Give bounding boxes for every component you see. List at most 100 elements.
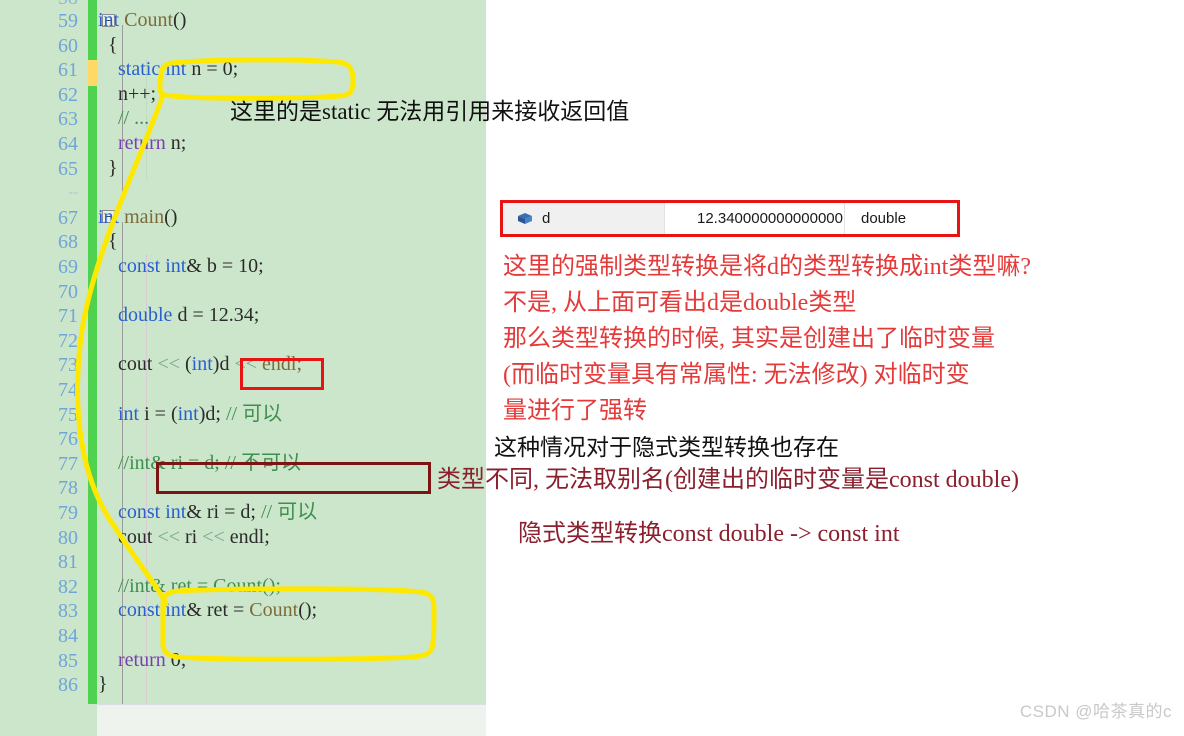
code-line-71[interactable]: double d = 12.34;: [98, 305, 259, 325]
code-line-61[interactable]: static int n = 0;: [98, 59, 238, 79]
code-line-64[interactable]: return n;: [98, 133, 186, 153]
line-number-81: 81: [58, 551, 78, 574]
watch-variable-type: double: [861, 210, 907, 227]
code-token: {: [98, 33, 118, 56]
code-token: <<: [157, 525, 180, 548]
debug-watch-row[interactable]: d 12.340000000000000 double: [500, 200, 960, 237]
line-number-60: 60: [58, 34, 78, 57]
code-line-82[interactable]: //int& ret = Count();: [98, 576, 281, 596]
line-number-82: 82: [58, 575, 78, 598]
line-number---: --: [68, 185, 78, 201]
code-token: }: [98, 673, 108, 696]
code-line-67[interactable]: int main(): [98, 207, 177, 227]
code-token: // ...: [98, 107, 150, 130]
code-token: return: [118, 648, 166, 671]
code-token: n = 0;: [186, 58, 239, 81]
code-token: cout: [98, 353, 158, 376]
code-token: <<: [157, 353, 180, 376]
line-number-64: 64: [58, 133, 78, 155]
code-line-60[interactable]: {: [98, 35, 118, 55]
watch-variable-name-cell: d: [503, 203, 665, 234]
current-line-highlight: [97, 704, 486, 736]
code-token: const int: [118, 501, 187, 523]
change-marker-green-bottom: [88, 86, 97, 736]
code-token: & ret =: [186, 599, 250, 622]
annotation-static-note: 这里的是static 无法用引用来接收返回值: [230, 99, 630, 124]
change-marker-yellow: [88, 60, 97, 86]
code-line-68[interactable]: {: [98, 231, 118, 251]
code-token: {: [98, 230, 118, 253]
code-token: return: [118, 132, 166, 154]
code-token: Count: [249, 599, 299, 622]
code-token: ();: [298, 599, 318, 622]
watch-variable-name: d: [542, 210, 551, 227]
code-token: & b = 10;: [186, 255, 264, 277]
line-number-76: 76: [58, 428, 78, 451]
code-line-65[interactable]: }: [98, 158, 118, 178]
line-number-65: 65: [58, 157, 78, 180]
line-number-70: 70: [58, 280, 78, 303]
csdn-watermark: CSDN @哈茶真的c: [1019, 702, 1172, 721]
line-number-73: 73: [58, 354, 78, 377]
cube-icon: [517, 212, 533, 225]
code-token: (: [180, 353, 192, 376]
code-token: // 可以: [225, 402, 283, 425]
line-number-83: 83: [58, 600, 78, 623]
code-token: const int: [118, 599, 187, 622]
code-line-80[interactable]: cout << ri << endl;: [98, 527, 270, 547]
annotation-red-line-5: 量进行了强转: [503, 398, 647, 424]
line-number-67: 67: [58, 206, 78, 229]
current-line-gutter: [0, 704, 97, 736]
annotation-black-implicit: 这种情况对于隐式类型转换也存在: [494, 435, 839, 460]
code-token: (): [173, 9, 187, 31]
code-token: n;: [165, 132, 187, 154]
code-token: const int: [118, 255, 187, 277]
line-number-79: 79: [58, 502, 78, 524]
annotation-red-line-2: 不是, 从上面可看出d是double类型: [503, 290, 857, 316]
code-token: Count: [124, 9, 174, 31]
code-line-85[interactable]: return 0;: [98, 650, 186, 670]
code-token: }: [98, 156, 118, 179]
code-token: (): [164, 205, 178, 228]
code-line-69[interactable]: const int& b = 10;: [98, 256, 264, 276]
code-token: cout: [98, 525, 158, 548]
line-number-62: 62: [58, 83, 78, 106]
code-line-79[interactable]: const int& ri = d; // 可以: [98, 502, 317, 522]
annotation-red-line-3: 那么类型转换的时候, 其实是创建出了临时变量: [503, 326, 995, 352]
line-number-84: 84: [58, 625, 78, 647]
line-number-59: 59: [58, 10, 78, 32]
code-token: )d: [212, 353, 235, 376]
code-token: endl;: [224, 525, 270, 548]
code-line-62[interactable]: n++;: [98, 84, 156, 104]
code-token: int: [98, 9, 125, 31]
code-token: main: [124, 205, 165, 228]
code-line-63[interactable]: // ...: [98, 108, 149, 128]
line-number-77: 77: [58, 452, 78, 475]
code-token: static int: [118, 58, 187, 81]
redbox-invalid-reference: [156, 462, 431, 494]
line-number-63: 63: [58, 108, 78, 131]
line-number-78: 78: [58, 477, 78, 500]
code-line-86[interactable]: }: [98, 674, 108, 694]
redbox-int-cast: [240, 358, 324, 390]
code-token: <<: [202, 525, 225, 548]
code-token: int: [118, 402, 140, 425]
line-number-75: 75: [58, 403, 78, 426]
change-marker-green-top: [88, 0, 97, 60]
annotation-line79-note: 隐式类型转换const double -> const int: [518, 521, 900, 547]
line-number-86: 86: [58, 674, 78, 697]
line-number-58: 58: [0, 0, 78, 8]
code-line-75[interactable]: int i = (int)d; // 可以: [98, 404, 282, 424]
code-token: & ri = d;: [186, 501, 261, 523]
code-line-83[interactable]: const int& ret = Count();: [98, 600, 317, 620]
code-token: double: [118, 304, 173, 327]
code-line-59[interactable]: int Count(): [98, 10, 186, 30]
code-token: int: [191, 353, 213, 376]
